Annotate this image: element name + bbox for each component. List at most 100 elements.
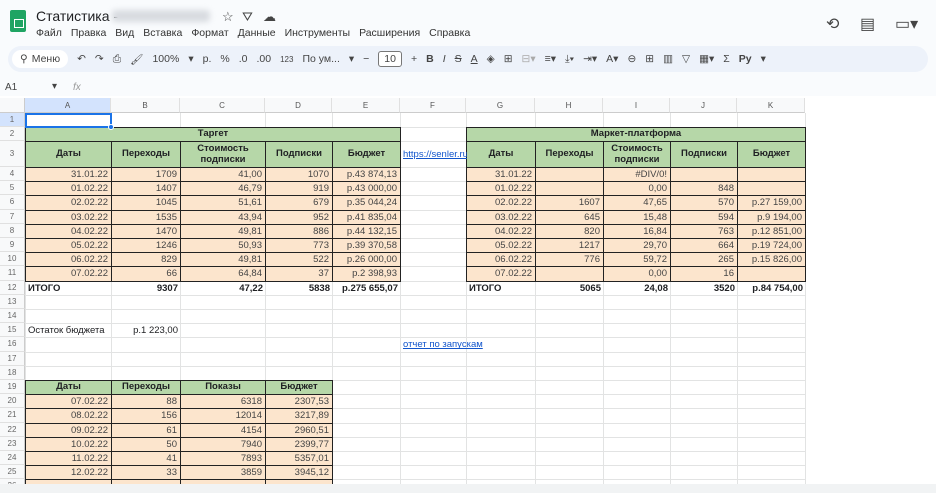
date-cell: 08.02.22: [25, 408, 112, 424]
sheets-logo[interactable]: [10, 10, 26, 32]
comments-icon[interactable]: ▤: [860, 14, 875, 34]
column-header[interactable]: F: [400, 98, 466, 113]
menu-item[interactable]: Данные: [238, 27, 276, 39]
value-cell: 7940: [180, 436, 266, 452]
row-header[interactable]: 11: [0, 266, 25, 281]
increase-decimal-button[interactable]: .00: [256, 53, 271, 65]
menu-item[interactable]: Вид: [115, 27, 134, 39]
row-header[interactable]: 1: [0, 113, 25, 127]
column-header[interactable]: G: [466, 98, 535, 113]
align-vertical-icon[interactable]: ⤓▾: [565, 53, 574, 66]
value-cell: 2307,53: [265, 394, 333, 410]
launch-report-link[interactable]: отчет по запускам: [400, 337, 536, 352]
row-header[interactable]: 19: [0, 380, 25, 395]
search-label: Меню: [31, 53, 61, 65]
menu-item[interactable]: Формат: [191, 27, 228, 39]
meet-icon[interactable]: ▭▾: [895, 14, 918, 34]
column-header[interactable]: E: [332, 98, 400, 113]
column-header[interactable]: B: [111, 98, 180, 113]
functions-icon[interactable]: Σ: [723, 53, 730, 65]
row-header[interactable]: 9: [0, 238, 25, 253]
font-size-input[interactable]: 10: [378, 51, 402, 67]
column-header[interactable]: J: [670, 98, 737, 113]
borders-icon[interactable]: ⊞: [504, 53, 513, 65]
column-header[interactable]: H: [535, 98, 603, 113]
spreadsheet-grid[interactable]: A B C D E F G H I J K 1 2 3 4 5 6 7 8 9 10 11 12 13 14 15 16 17 18 19…: [0, 96, 936, 484]
menu-item[interactable]: Вставка: [143, 27, 182, 39]
minus-icon[interactable]: −: [363, 53, 369, 65]
filter-views-icon[interactable]: ▦▾: [699, 53, 714, 65]
input-tools-button[interactable]: Ру: [739, 53, 752, 65]
text-wrap-icon[interactable]: ⇥▾: [583, 53, 597, 65]
row-header[interactable]: 21: [0, 408, 25, 423]
font-select[interactable]: По ум...: [302, 53, 339, 65]
row-header[interactable]: 8: [0, 223, 25, 238]
currency-button[interactable]: р.: [203, 53, 212, 65]
paint-format-icon[interactable]: 🖌: [130, 53, 143, 66]
menu-search[interactable]: ⚲ Меню: [12, 50, 69, 68]
plus-icon[interactable]: +: [411, 53, 417, 65]
row-header[interactable]: 14: [0, 309, 25, 324]
italic-icon[interactable]: I: [443, 53, 446, 65]
row-header[interactable]: 23: [0, 436, 25, 451]
row-header[interactable]: 5: [0, 181, 25, 196]
chevron-down-icon[interactable]: ▾: [52, 81, 57, 92]
row-header[interactable]: 4: [0, 167, 25, 182]
row-header[interactable]: 13: [0, 294, 25, 309]
menu-item[interactable]: Инструменты: [285, 27, 350, 39]
table-title: Маркет-платформа: [466, 127, 806, 142]
row-header[interactable]: 6: [0, 195, 25, 210]
menu-item[interactable]: Правка: [71, 27, 106, 39]
menu-item[interactable]: Справка: [429, 27, 470, 39]
row-header[interactable]: 17: [0, 351, 25, 366]
menu-item[interactable]: Расширения: [359, 27, 420, 39]
senler-link[interactable]: https://senler.ru/: [400, 141, 467, 168]
zoom-select[interactable]: 100%: [152, 53, 179, 65]
value-cell: р.27 159,00: [737, 195, 806, 211]
merge-cells-icon[interactable]: ⊟▾: [522, 53, 536, 65]
more-formats-button[interactable]: 123: [280, 55, 293, 64]
strikethrough-icon[interactable]: S: [455, 53, 462, 65]
redo-icon[interactable]: ↷: [95, 53, 104, 65]
align-horizontal-icon[interactable]: ≡▾: [545, 53, 556, 65]
selected-cell[interactable]: [25, 113, 112, 128]
name-box[interactable]: A1: [5, 82, 17, 93]
star-icon[interactable]: ☆: [222, 9, 234, 25]
cloud-status-icon[interactable]: ☁: [263, 9, 276, 25]
bold-icon[interactable]: B: [426, 53, 434, 65]
link-icon[interactable]: ⊖: [627, 53, 636, 65]
column-header[interactable]: D: [265, 98, 332, 113]
text-rotation-icon[interactable]: A▾: [606, 53, 618, 65]
fill-color-icon[interactable]: ◈: [487, 53, 495, 65]
undo-icon[interactable]: ↶: [77, 53, 86, 65]
column-title: Подписки: [265, 141, 333, 168]
text-color-icon[interactable]: A: [471, 53, 478, 65]
document-title[interactable]: Статистика -: [36, 8, 118, 24]
row-header[interactable]: 25: [0, 465, 25, 480]
move-icon[interactable]: ⛛: [242, 9, 253, 25]
print-icon[interactable]: ⎙: [113, 53, 121, 66]
row-header[interactable]: 10: [0, 252, 25, 267]
row-header[interactable]: 2: [0, 127, 25, 141]
decrease-decimal-button[interactable]: .0: [239, 53, 248, 65]
comment-icon[interactable]: ⊞: [645, 53, 654, 65]
row-header[interactable]: 22: [0, 422, 25, 437]
row-header[interactable]: 24: [0, 451, 25, 466]
history-icon[interactable]: ⟲: [826, 14, 839, 34]
row-header[interactable]: 12: [0, 280, 25, 295]
row-header[interactable]: 20: [0, 394, 25, 409]
column-header[interactable]: A: [25, 98, 111, 113]
row-header[interactable]: 3: [0, 141, 25, 167]
row-header[interactable]: 16: [0, 337, 25, 352]
filter-icon[interactable]: ▽: [682, 53, 690, 65]
column-header[interactable]: C: [180, 98, 265, 113]
column-header[interactable]: K: [737, 98, 805, 113]
row-header[interactable]: 18: [0, 365, 25, 380]
menu-item[interactable]: Файл: [36, 27, 62, 39]
column-header[interactable]: I: [603, 98, 670, 113]
percent-button[interactable]: %: [220, 53, 229, 65]
fill-handle[interactable]: [108, 124, 114, 130]
row-header[interactable]: 15: [0, 323, 25, 338]
chart-icon[interactable]: ▥: [663, 53, 673, 65]
row-header[interactable]: 7: [0, 209, 25, 224]
